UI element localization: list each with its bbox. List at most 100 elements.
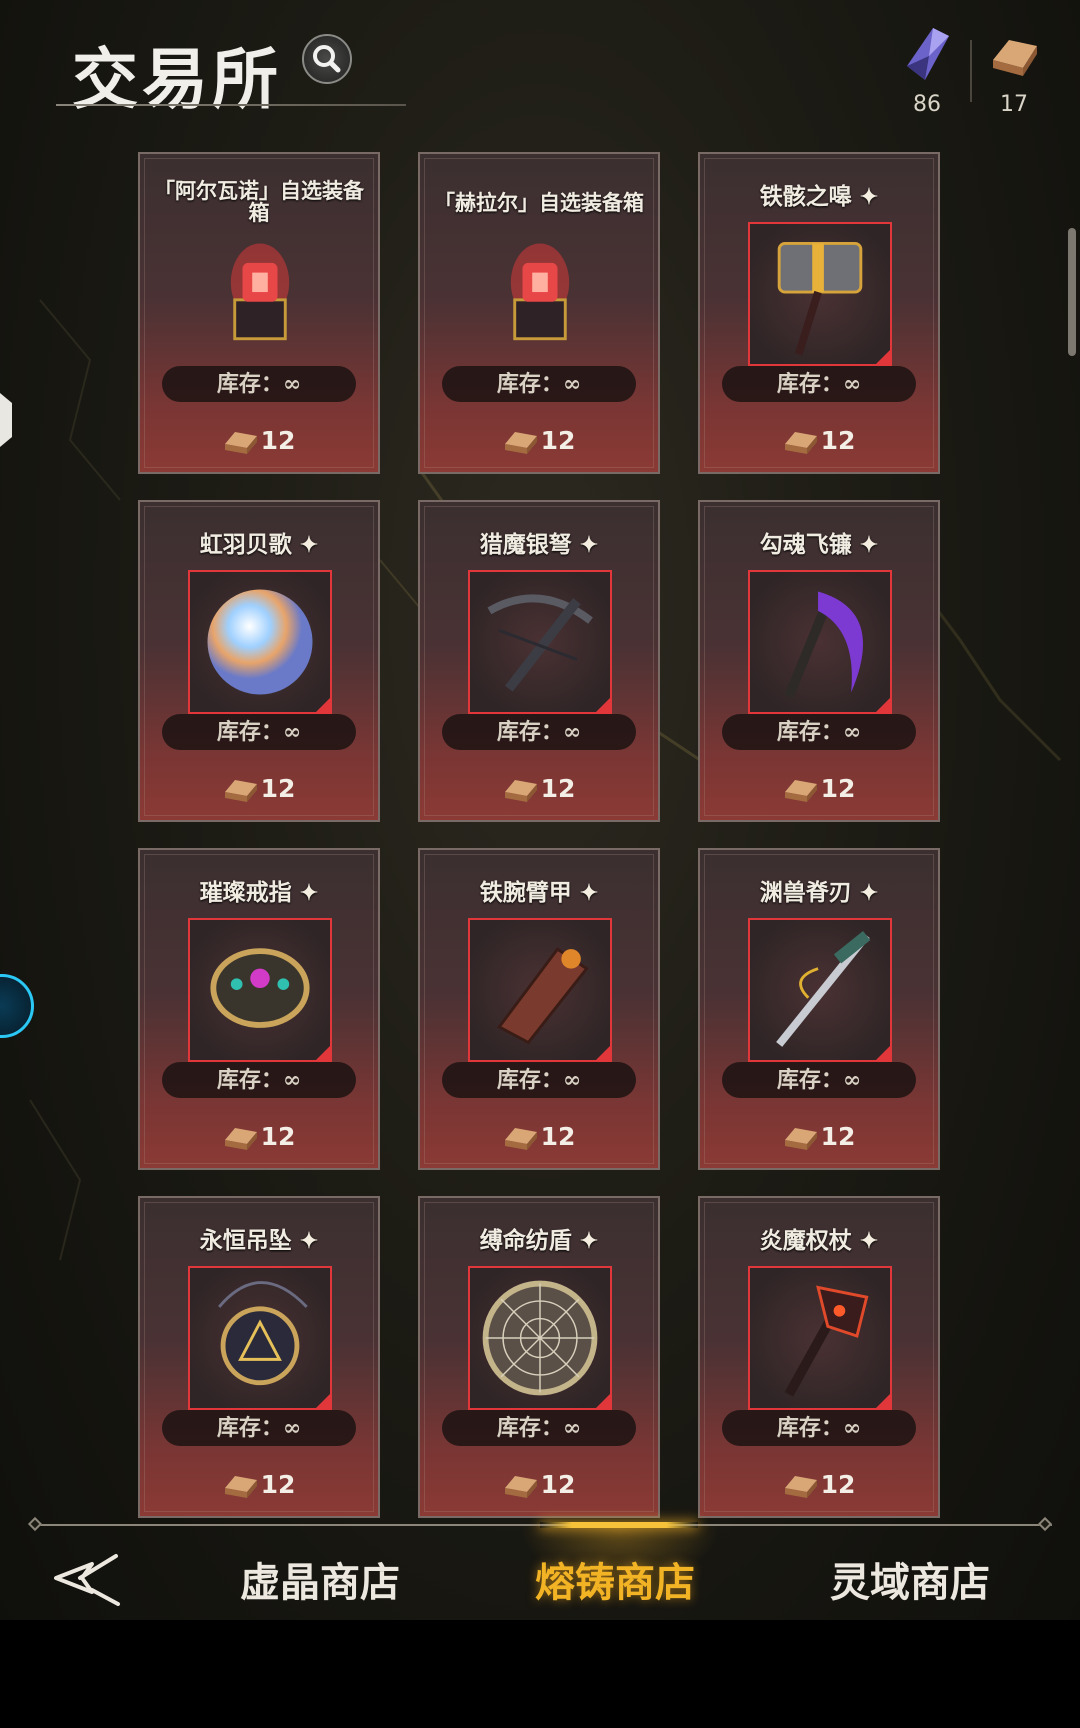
crystal-count: 86 (913, 92, 941, 117)
ingot-icon (504, 1476, 537, 1498)
star-icon: ✦ (859, 1228, 879, 1254)
currency-divider (970, 40, 972, 102)
shop-item-card[interactable]: 勾魂飞镰 ✦ 库存：∞ 12 (698, 500, 940, 822)
price: 12 (420, 1122, 658, 1152)
shop-item-card[interactable]: 「赫拉尔」自选装备箱 库存：∞ 12 (418, 152, 660, 474)
ingot-icon (784, 432, 817, 454)
shop-item-card[interactable]: 璀璨戒指 ✦ 库存：∞ 12 (138, 848, 380, 1170)
price: 12 (140, 426, 378, 456)
nav-divider-ornament (27, 1516, 43, 1532)
item-name: 铁骸之嗥 ✦ (759, 183, 879, 211)
shop-item-card[interactable]: 缚命纺盾 ✦ 库存：∞ 12 (418, 1196, 660, 1518)
search-icon (313, 45, 341, 73)
item-image (468, 222, 612, 366)
floating-assist-button[interactable] (0, 974, 34, 1038)
red-chest-icon (230, 243, 290, 341)
tab-crystal-shop[interactable]: 虚晶商店 (240, 1550, 400, 1608)
item-name: 永恒吊坠 ✦ (199, 1227, 319, 1255)
active-tab-indicator (540, 1522, 698, 1528)
price: 12 (420, 1470, 658, 1500)
price: 12 (700, 1122, 938, 1152)
item-name: 璀璨戒指 ✦ (199, 879, 319, 907)
side-panel-tab[interactable] (0, 386, 12, 454)
item-name: 「阿尔瓦诺」自选装备箱 (154, 178, 364, 225)
tab-spirit-realm-shop[interactable]: 灵域商店 (830, 1550, 990, 1608)
pendant-icon (218, 1281, 308, 1386)
price: 12 (700, 1470, 938, 1500)
blade-icon (776, 931, 871, 1047)
shop-item-card[interactable]: 铁腕臂甲 ✦ 库存：∞ 12 (418, 848, 660, 1170)
price: 12 (420, 426, 658, 456)
item-name: 勾魂飞镰 ✦ (759, 531, 879, 559)
price: 12 (420, 774, 658, 804)
shop-item-card[interactable]: 「阿尔瓦诺」自选装备箱 库存：∞ 12 (138, 152, 380, 474)
crossbow-icon (487, 594, 593, 692)
stock-label: 库存：∞ (442, 714, 636, 750)
star-icon: ✦ (299, 880, 319, 906)
star-icon: ✦ (299, 532, 319, 558)
scythe-icon (784, 591, 863, 699)
item-image (468, 1266, 612, 1410)
item-image (188, 570, 332, 714)
item-image (748, 570, 892, 714)
tab-forge-shop[interactable]: 熔铸商店 (535, 1550, 695, 1608)
ingot-icon (224, 1128, 257, 1150)
currency-ingot: 17 (979, 26, 1049, 117)
price: 12 (140, 774, 378, 804)
price: 12 (700, 426, 938, 456)
item-image (188, 222, 332, 366)
scrollbar[interactable] (1068, 228, 1076, 356)
item-name: 炎魔权杖 ✦ (759, 1227, 879, 1255)
nav-divider-ornament (1037, 1516, 1053, 1532)
orb-icon (207, 589, 313, 695)
shop-item-card[interactable]: 铁骸之嗥 ✦ 库存：∞ 12 (698, 152, 940, 474)
stock-label: 库存：∞ (162, 1410, 356, 1446)
item-name: 铁腕臂甲 ✦ (479, 879, 599, 907)
stock-label: 库存：∞ (442, 1062, 636, 1098)
shop-item-card[interactable]: 渊兽脊刃 ✦ 库存：∞ 12 (698, 848, 940, 1170)
bracer-icon (496, 947, 589, 1045)
ingot-icon (993, 40, 1037, 76)
price: 12 (140, 1122, 378, 1152)
stock-label: 库存：∞ (722, 1410, 916, 1446)
star-icon: ✦ (579, 532, 599, 558)
ingot-icon (784, 1476, 817, 1498)
stock-label: 库存：∞ (162, 366, 356, 402)
stock-label: 库存：∞ (442, 1410, 636, 1446)
stock-label: 库存：∞ (162, 714, 356, 750)
item-image (748, 222, 892, 366)
red-chest-icon (510, 243, 570, 341)
war-hammer-icon (777, 241, 863, 356)
shop-item-card[interactable]: 永恒吊坠 ✦ 库存：∞ 12 (138, 1196, 380, 1518)
star-icon: ✦ (579, 1228, 599, 1254)
back-arrow-icon (54, 1554, 120, 1606)
item-name: 缚命纺盾 ✦ (479, 1227, 599, 1255)
crystal-icon (907, 28, 949, 80)
stock-label: 库存：∞ (722, 366, 916, 402)
demon-scepter-icon (784, 1285, 869, 1397)
shop-item-card[interactable]: 猎魔银弩 ✦ 库存：∞ 12 (418, 500, 660, 822)
ring-icon (210, 948, 310, 1028)
ingot-icon (784, 780, 817, 802)
price: 12 (140, 1470, 378, 1500)
ingot-icon (224, 432, 257, 454)
item-name: 「赫拉尔」自选装备箱 (434, 190, 644, 215)
star-icon: ✦ (299, 1228, 319, 1254)
item-image (468, 918, 612, 1062)
item-image (468, 570, 612, 714)
shop-item-card[interactable]: 虹羽贝歌 ✦ 库存：∞ 12 (138, 500, 380, 822)
item-image (188, 918, 332, 1062)
search-button[interactable] (302, 34, 352, 84)
ingot-icon (224, 1476, 257, 1498)
star-icon: ✦ (579, 880, 599, 906)
shop-item-card[interactable]: 炎魔权杖 ✦ 库存：∞ 12 (698, 1196, 940, 1518)
item-name: 虹羽贝歌 ✦ (199, 531, 319, 559)
item-image (748, 1266, 892, 1410)
item-image (748, 918, 892, 1062)
back-button[interactable] (52, 1550, 122, 1606)
ingot-count: 17 (1000, 92, 1028, 117)
ingot-icon (504, 432, 537, 454)
price: 12 (700, 774, 938, 804)
bottom-bar (0, 1620, 1080, 1728)
ingot-icon (224, 780, 257, 802)
